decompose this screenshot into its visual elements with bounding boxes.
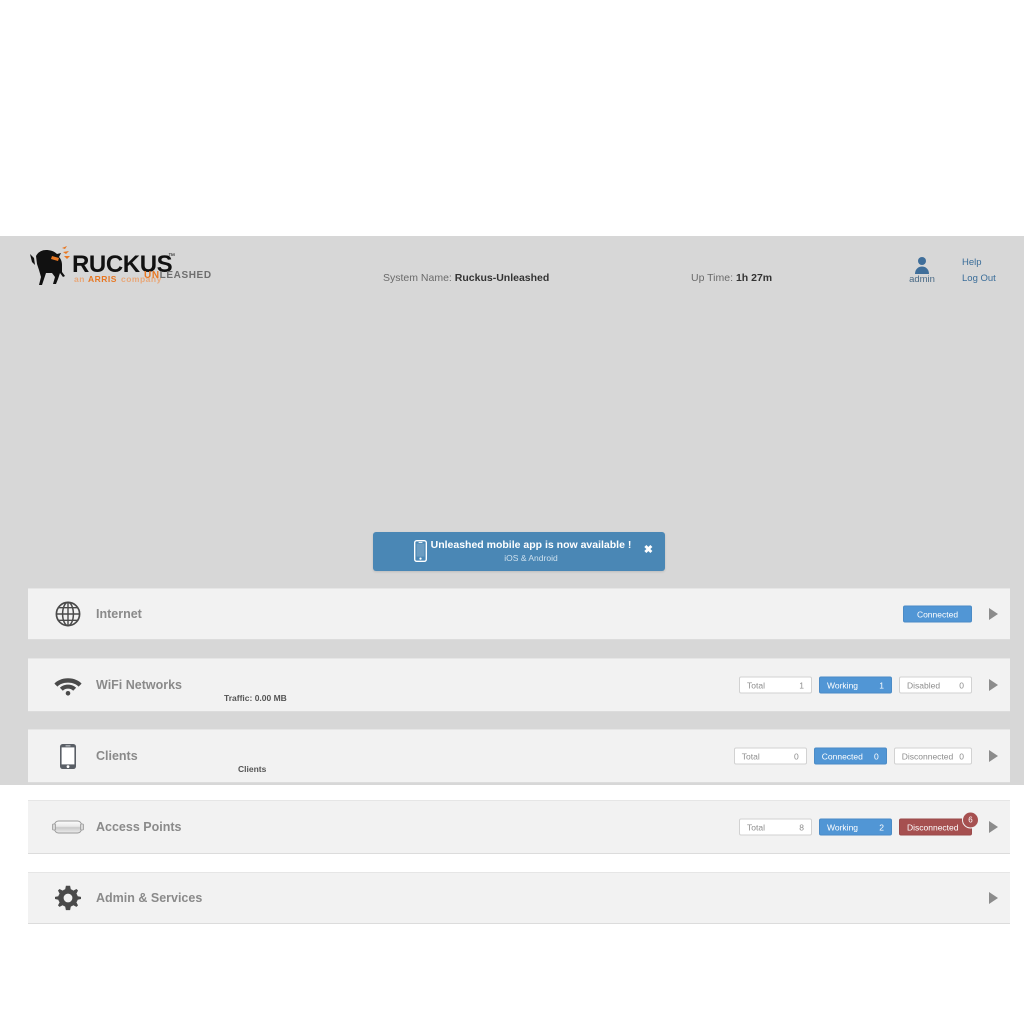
svg-text:an: an (74, 274, 85, 284)
card-wifi-networks[interactable]: WiFi Networks Traffic: 0.00 MB Total 1 Worki… (28, 658, 1010, 712)
expand-arrow-icon-admin-services[interactable] (989, 892, 998, 904)
wifi-icon (51, 668, 85, 702)
uptime-value: 1h 27m (735, 272, 773, 284)
expand-arrow-icon-wifi-networks[interactable] (989, 679, 998, 691)
stat-label: Disconnected (907, 822, 959, 832)
stat-value: 1 (879, 680, 884, 690)
stat-total-wifi-networks[interactable]: Total 1 (739, 676, 812, 694)
user-icon (914, 256, 930, 274)
stat-label: Disconnected (901, 751, 954, 761)
mobile-app-banner[interactable]: Unleashed mobile app is now available ! … (373, 532, 665, 571)
svg-text:™: ™ (168, 253, 175, 260)
stat-badge-count: 6 (962, 811, 979, 829)
stat-label: Total (747, 822, 765, 832)
expand-arrow-icon-internet[interactable] (989, 608, 998, 620)
gear-icon (51, 881, 85, 915)
banner-title: Unleashed mobile app is now available ! (430, 539, 632, 551)
card-admin-services[interactable]: Admin & Services (28, 872, 1010, 924)
uptime-label: Up Time: (691, 272, 734, 284)
card-clients[interactable]: Clients Clients Total 0 Connected 0 Disconnect… (28, 729, 1010, 783)
page-header: RUCKUS ™ an ARRIS company UNLEASHED Syst… (0, 236, 1024, 294)
ap-icon (51, 810, 85, 844)
card-title-access-points: Access Points (96, 820, 182, 834)
expand-arrow-icon-access-points[interactable] (989, 821, 998, 833)
stat-label: Connected (821, 751, 863, 761)
stat-working-access-points[interactable]: Working 2 (819, 818, 892, 836)
card-access-points[interactable]: Access Points Total 8 Working 2 Disconnected 6 (28, 800, 1010, 854)
stats-access-points: Total 8 Working 2 Disconnected 6 (739, 811, 979, 836)
uptime: Up Time: 1h 27m (691, 272, 772, 284)
ruckus-logo: RUCKUS ™ an ARRIS company (28, 246, 258, 290)
card-title-clients: Clients (96, 749, 138, 763)
phone-icon (51, 739, 85, 773)
stat-label: Disabled (907, 680, 941, 690)
stat-working-wifi-networks[interactable]: Working 1 (819, 676, 892, 694)
user-name-label: admin (909, 274, 935, 285)
stat-label: Working (827, 822, 859, 832)
card-title-internet: Internet (96, 607, 142, 621)
stats-clients: Total 0 Connected 0 Disconnected 0 (733, 747, 972, 765)
stat-disconnected-clients[interactable]: Disconnected 0 (893, 747, 972, 765)
logout-link[interactable]: Log Out (962, 273, 996, 284)
stat-connected-internet[interactable]: Connected (903, 605, 972, 623)
stat-value: 8 (799, 822, 804, 832)
stat-label: Total (747, 680, 765, 690)
stat-label: Connected (916, 609, 959, 619)
card-internet[interactable]: Internet Connected (28, 588, 1010, 640)
expand-arrow-icon-clients[interactable] (989, 750, 998, 762)
stat-value: 0 (959, 680, 964, 690)
system-name-label: System Name: (383, 272, 452, 284)
help-link[interactable]: Help (962, 257, 982, 268)
card-subtext-wifi-networks: Traffic: 0.00 MB (224, 693, 287, 703)
user-area: admin Help Log Out (894, 256, 1004, 296)
unleashed-rest: LEASHED (159, 270, 212, 281)
stat-value: 0 (794, 751, 799, 761)
close-icon[interactable]: ✖ (644, 544, 653, 556)
globe-icon (51, 597, 85, 631)
stat-total-access-points[interactable]: Total 8 (739, 818, 812, 836)
stat-disconnected-access-points[interactable]: Disconnected 6 (899, 811, 979, 836)
card-title-wifi-networks: WiFi Networks (96, 678, 183, 692)
svg-text:ARRIS: ARRIS (88, 274, 117, 284)
stat-label: Total (741, 751, 760, 761)
system-name-value: Ruckus-Unleashed (454, 272, 550, 284)
unleashed-wordmark: UNLEASHED (144, 270, 212, 281)
stat-total-clients[interactable]: Total 0 (733, 747, 807, 765)
unleashed-dashboard: RUCKUS ™ an ARRIS company UNLEASHED Syst… (0, 236, 1024, 924)
card-title-admin-services: Admin & Services (96, 891, 203, 905)
stat-value: 2 (879, 822, 884, 832)
stat-label: Working (827, 680, 859, 690)
stats-wifi-networks: Total 1 Working 1 Disabled 0 (739, 676, 972, 694)
stat-value: 0 (959, 751, 964, 761)
stat-disabled-wifi-networks[interactable]: Disabled 0 (899, 676, 972, 694)
banner-subtitle: iOS & Android (504, 553, 558, 563)
card-subtext-clients: Clients (238, 764, 267, 774)
stat-value: 0 (874, 751, 879, 761)
stat-value: 1 (799, 680, 804, 690)
unleashed-prefix: UN (144, 270, 160, 281)
stat-connected-clients[interactable]: Connected 0 (813, 747, 887, 765)
system-name: System Name: Ruckus-Unleashed (383, 272, 549, 284)
stats-internet: Connected (903, 605, 972, 623)
